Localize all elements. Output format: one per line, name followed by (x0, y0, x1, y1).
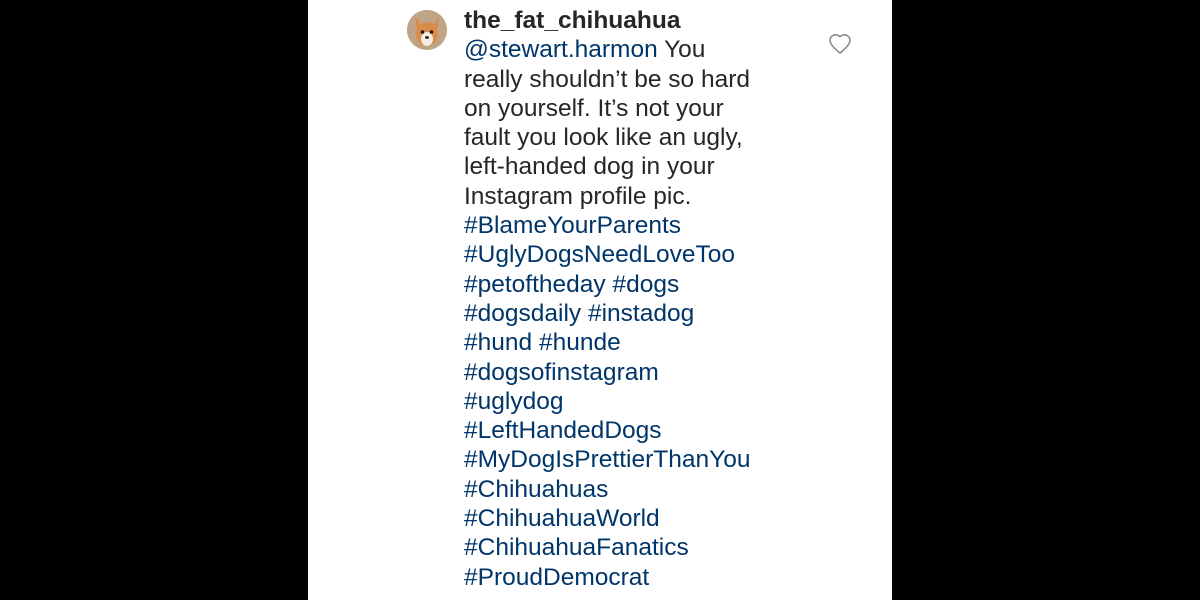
hashtag-link[interactable]: #BlameYourParents (464, 212, 681, 239)
comment-text-line: left-handed dog in your (464, 153, 715, 181)
hashtag-link[interactable]: #uglydog (464, 388, 563, 415)
comment-panel: the_fat_chihuahua @stewart.harmon You re… (308, 0, 892, 600)
comment-text-line: @stewart.harmon You (464, 35, 824, 64)
screenshot-frame: the_fat_chihuahua @stewart.harmon You re… (0, 0, 1200, 600)
hashtag-link[interactable]: #instadog (588, 300, 694, 327)
hashtag-line: #BlameYourParents (464, 211, 824, 240)
comment-text-line: really shouldn’t be so hard (464, 65, 751, 93)
hashtag-line: #UglyDogsNeedLoveToo (464, 240, 824, 269)
hashtag-link[interactable]: #ChihuahuaWorld (464, 505, 660, 532)
hashtag-line: #dogsdaily #instadog (464, 299, 824, 328)
hashtag-link[interactable]: #petoftheday (464, 271, 606, 298)
hashtag-line: #ChihuahuaWorld (464, 504, 824, 533)
profile-avatar[interactable] (407, 10, 447, 50)
hashtag-link[interactable]: #UglyDogsNeedLoveToo (464, 241, 735, 268)
hashtag-link[interactable]: #dogsdaily (464, 300, 581, 327)
hashtag-link[interactable]: #LeftHandedDogs (464, 417, 662, 444)
hashtag-link[interactable]: #dogs (613, 271, 680, 298)
hashtag-line: #uglydog (464, 387, 824, 416)
hashtag-link[interactable]: #Chihuahuas (464, 476, 608, 503)
like-button[interactable] (828, 33, 852, 55)
comment-text-line: fault you look like an ugly, (464, 124, 743, 152)
mention-link[interactable]: @stewart.harmon (464, 36, 658, 63)
hashtag-line: #Chihuahuas (464, 475, 824, 504)
hashtag-list: #BlameYourParents #UglyDogsNeedLoveToo #pe… (464, 211, 824, 592)
hashtag-line: #hund #hunde (464, 328, 824, 357)
comment-username[interactable]: the_fat_chihuahua (464, 6, 824, 35)
hashtag-link[interactable]: #dogsofinstagram (464, 359, 659, 386)
hashtag-link[interactable]: #hund (464, 329, 532, 356)
hashtag-link[interactable]: #ProudDemocrat (464, 564, 649, 591)
dog-avatar-icon (407, 10, 447, 50)
hashtag-line: #ChihuahuaFanatics (464, 533, 824, 562)
comment-text-line: on yourself. It’s not your (464, 94, 724, 122)
hashtag-line: #dogsofinstagram (464, 358, 824, 387)
comment-body: the_fat_chihuahua @stewart.harmon You re… (464, 6, 824, 592)
hashtag-line: #petoftheday #dogs (464, 270, 824, 299)
hashtag-link[interactable]: #MyDogIsPrettierThanYou (464, 446, 750, 473)
hashtag-link[interactable]: #ChihuahuaFanatics (464, 534, 689, 561)
hashtag-line: #ProudDemocrat (464, 563, 824, 592)
comment-text-line: Instagram profile pic. (464, 182, 692, 210)
hashtag-line: #MyDogIsPrettierThanYou (464, 445, 824, 474)
hashtag-line: #LeftHandedDogs (464, 416, 824, 445)
hashtag-link[interactable]: #hunde (539, 329, 621, 356)
comment-text: You (657, 36, 706, 64)
heart-outline-icon (829, 34, 851, 54)
